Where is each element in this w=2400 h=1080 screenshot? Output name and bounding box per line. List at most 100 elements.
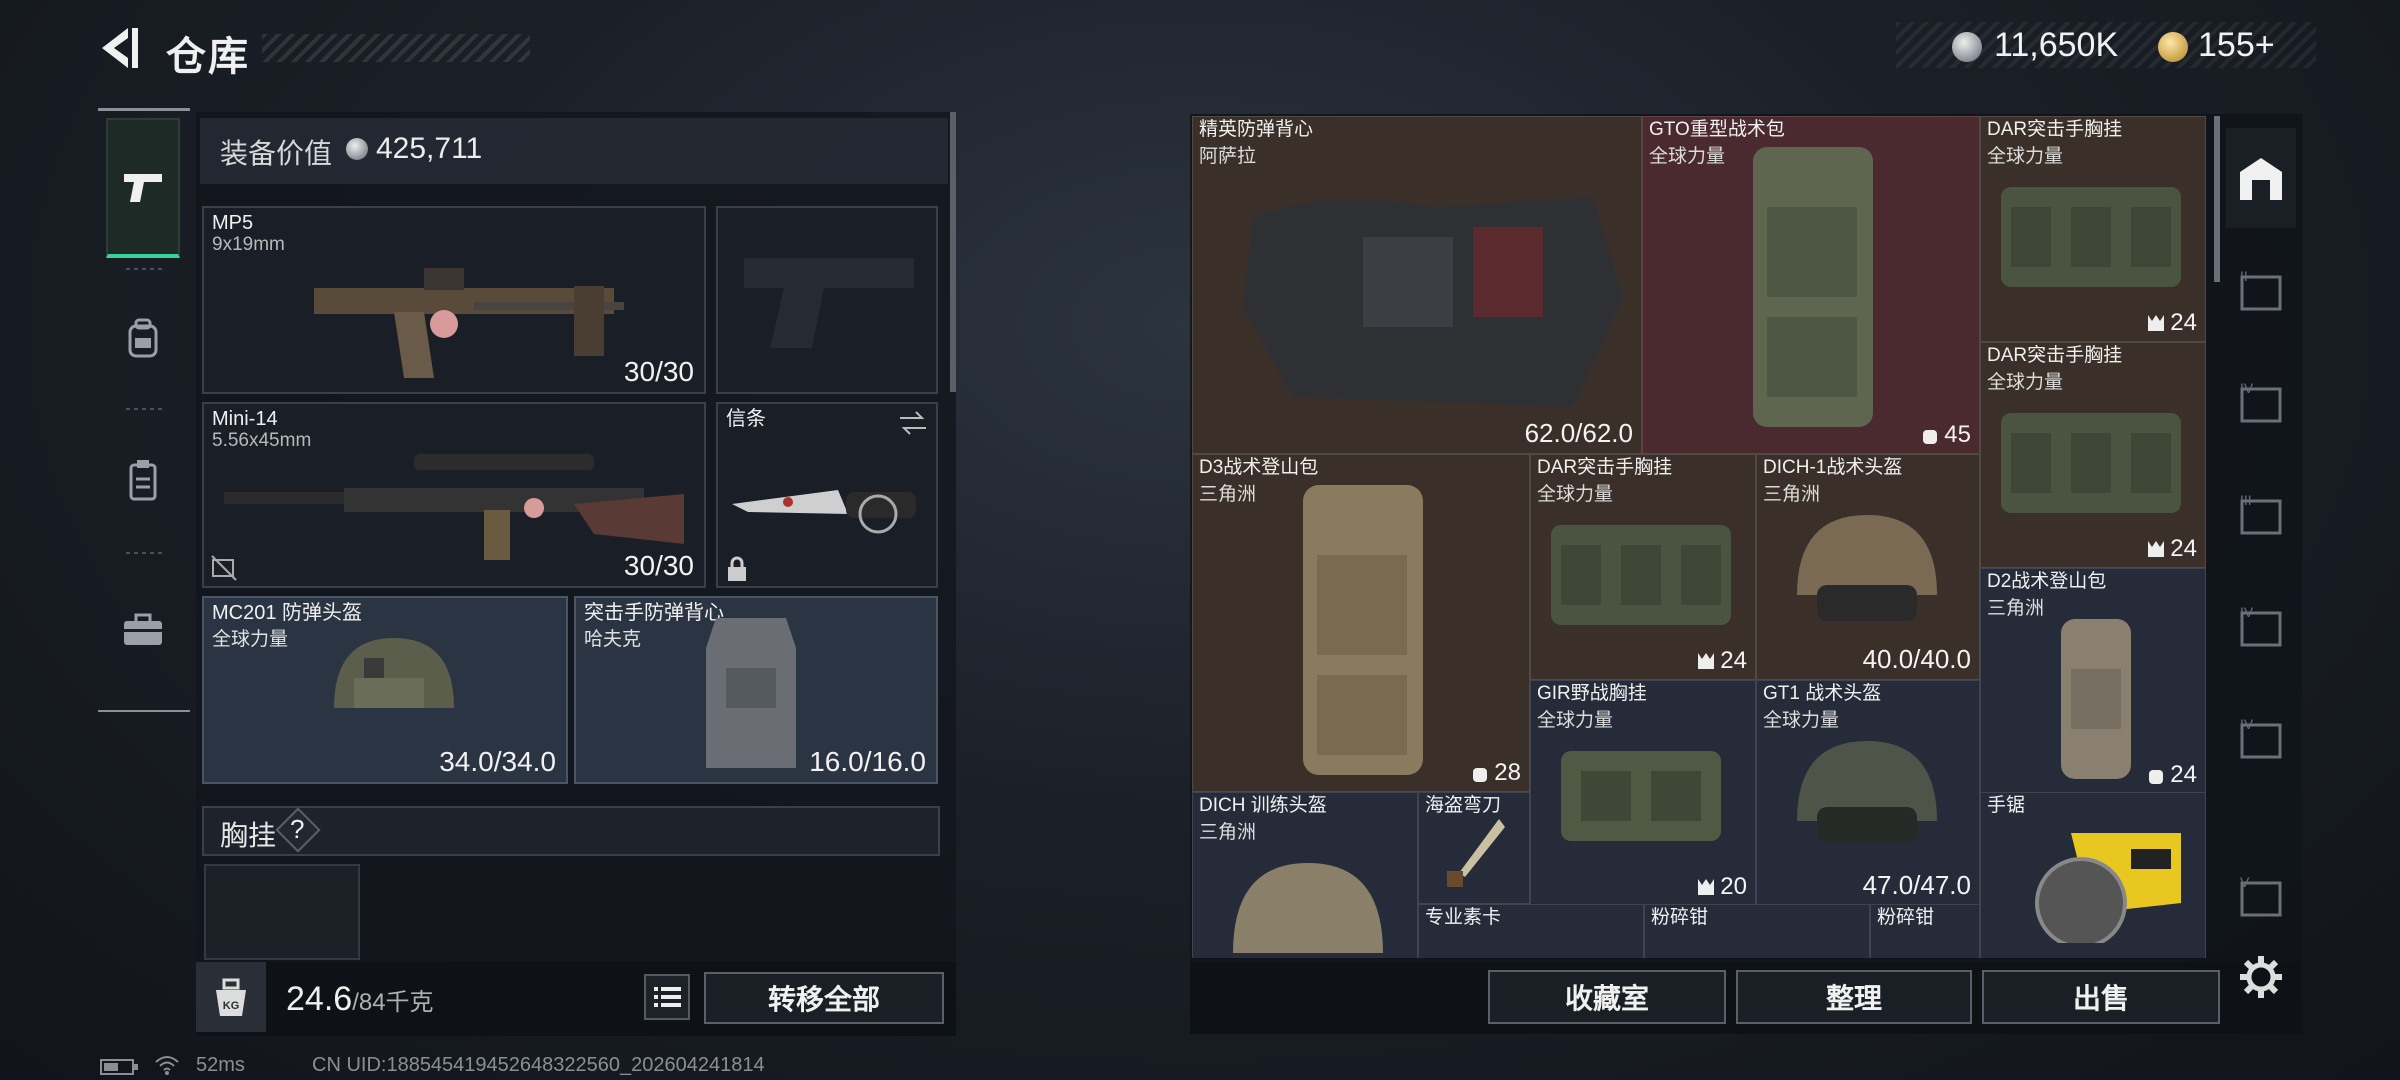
stash-item[interactable]: GT1 战术头盔 全球力量 47.0/47.0 <box>1756 680 1980 906</box>
sell-button[interactable]: 出售 <box>1982 970 2220 1024</box>
melee-slot[interactable]: 信条 <box>716 402 938 588</box>
stash-tab-6[interactable]: V <box>2226 846 2296 946</box>
stash-item[interactable]: DICH-1战术头盔 三角洲 40.0/40.0 <box>1756 454 1980 680</box>
mountain-backpack-icon <box>1303 485 1423 775</box>
nav-top-divider <box>98 108 190 111</box>
backpack-capacity-icon <box>1923 430 1938 444</box>
chest-rig-icon <box>1551 525 1731 625</box>
help-icon[interactable]: ? <box>290 814 304 845</box>
nav-separator <box>126 552 162 554</box>
capacity-badge: 28 <box>1470 759 1521 787</box>
nav-case[interactable] <box>106 560 180 700</box>
gold-coin-icon <box>2158 32 2188 62</box>
helmet-faction: 全球力量 <box>212 629 289 650</box>
tactical-helmet-icon <box>1797 515 1937 621</box>
stash-tab-main[interactable] <box>2226 128 2296 228</box>
pistol-icon <box>124 174 162 202</box>
nav-weapons[interactable] <box>106 118 180 258</box>
storage-tab-icon: IV <box>2240 380 2282 423</box>
stash-item[interactable]: 粉碎钳 <box>1644 904 1870 958</box>
training-helmet-icon <box>1233 863 1383 953</box>
swap-icon[interactable] <box>898 410 928 436</box>
loadout-scrollbar[interactable] <box>950 112 956 392</box>
tab-numeral: III <box>2240 492 2252 508</box>
chest-rig-icon <box>2001 187 2181 287</box>
storage-tab-icon: III <box>2240 492 2282 535</box>
hand-saw-icon <box>2035 833 2181 943</box>
stash-tab-1[interactable]: II <box>2226 240 2296 340</box>
title-decoration <box>262 34 530 62</box>
secondary-weapon-slot[interactable]: Mini-14 5.56x45mm 30/30 <box>202 402 706 588</box>
lock-icon <box>728 556 746 581</box>
stash-item[interactable]: D3战术登山包 三角洲 28 <box>1192 454 1530 792</box>
stash-grid[interactable]: 精英防弹背心 阿萨拉 62.0/62.0 GTO重型战术包 全球力量 45 DA… <box>1192 116 2206 958</box>
armor-slot[interactable]: 突击手防弹背心 哈夫克 16.0/16.0 <box>574 596 938 784</box>
mp5-rifle-icon <box>314 268 624 378</box>
stash-item[interactable]: 手锯 <box>1980 792 2206 958</box>
gt1-helmet-icon <box>1797 741 1937 843</box>
stash-item[interactable]: 专业素卡 <box>1418 904 1644 958</box>
chest-rig-capacity-icon <box>2148 315 2165 331</box>
user-uid: CN UID:1885454194526483225​60_2026042418… <box>312 1054 765 1076</box>
primary-weapon-ammo: 30/30 <box>623 356 694 387</box>
chest-rig-slot[interactable] <box>204 864 360 960</box>
stash-tab-5[interactable]: IV <box>2226 688 2296 788</box>
storage-tab-icon: II <box>2240 268 2282 311</box>
capacity-badge: 20 <box>1696 873 1747 901</box>
stash-item[interactable]: DAR突击手胸挂 全球力量 24 <box>1530 454 1756 680</box>
storage-tab-icon: IV <box>2240 716 2282 759</box>
stash-item[interactable]: GTO重型战术包 全球力量 45 <box>1642 116 1980 454</box>
tab-numeral: V <box>2240 874 2250 890</box>
nav-vest[interactable] <box>106 410 180 550</box>
elite-armor-vest-icon <box>1243 197 1623 407</box>
storage-tab-icon: IV <box>2240 604 2282 647</box>
sort-button[interactable]: 整理 <box>1736 970 1972 1024</box>
vest-icon <box>129 460 157 501</box>
stash-tab-2[interactable]: IV <box>2226 352 2296 452</box>
primary-weapon-slot[interactable]: MP5 9x19mm 30/30 <box>202 206 706 394</box>
backpack-capacity-icon <box>1473 768 1488 782</box>
current-weight: 24.6 <box>286 980 353 1018</box>
capacity-badge: 24 <box>2146 535 2197 563</box>
stash-item[interactable]: 海盗弯刀 <box>1418 792 1530 904</box>
stash-scrollbar[interactable] <box>2214 116 2220 282</box>
briefcase-icon <box>124 613 162 645</box>
melee-name: 信条 <box>726 408 766 430</box>
capacity-badge: 45 <box>1920 421 1971 449</box>
stash-item[interactable]: 粉碎钳 <box>1870 904 1980 958</box>
stash-item[interactable]: DICH 训练头盔 三角洲 <box>1192 792 1418 958</box>
settings-gear-icon[interactable] <box>2238 954 2284 1000</box>
stash-tab-4[interactable]: IV <box>2226 576 2296 676</box>
nav-backpack[interactable] <box>106 268 180 408</box>
stash-tab-3[interactable]: III <box>2226 464 2296 564</box>
backpack-capacity-icon <box>2149 770 2164 784</box>
back-arrow-icon[interactable] <box>98 24 142 72</box>
list-view-button[interactable] <box>644 974 690 1020</box>
stash-house-icon <box>2240 158 2282 200</box>
equipment-value: 425,711 <box>376 132 483 165</box>
pistol-slot[interactable] <box>716 206 938 394</box>
list-icon <box>654 987 681 1007</box>
field-rig-icon <box>1561 751 1721 841</box>
gold-amount[interactable]: 155+ <box>2198 26 2275 65</box>
stash-item[interactable]: DAR突击手胸挂 全球力量 24 <box>1980 116 2206 342</box>
tab-numeral: II <box>2240 268 2248 284</box>
stash-item[interactable]: DAR突击手胸挂 全球力量 24 <box>1980 342 2206 568</box>
primary-weapon-name: MP5 <box>212 212 254 234</box>
helmet-slot[interactable]: MC201 防弹头盔 全球力量 34.0/34.0 <box>202 596 568 784</box>
primary-weapon-caliber: 9x19mm <box>212 234 285 255</box>
chest-rig-icon <box>2001 413 2181 513</box>
collection-room-button[interactable]: 收藏室 <box>1488 970 1726 1024</box>
wifi-icon <box>155 1056 179 1075</box>
transfer-all-button[interactable]: 转移全部 <box>704 972 944 1024</box>
storage-tab-icon: V <box>2240 874 2282 917</box>
weight-display: 24.6/84千克 <box>286 980 434 1019</box>
capacity-badge: 24 <box>2146 761 2197 789</box>
stash-item[interactable]: 精英防弹背心 阿萨拉 62.0/62.0 <box>1192 116 1642 454</box>
backpack-icon <box>128 318 158 358</box>
chest-rig-capacity-icon <box>2148 541 2165 557</box>
equipment-value-label: 装备价值 <box>220 138 333 169</box>
silver-coin-icon <box>346 138 368 160</box>
stash-item[interactable]: D2战术登山包 三角洲 24 <box>1980 568 2206 794</box>
stash-item[interactable]: GIR野战胸挂 全球力量 20 <box>1530 680 1756 906</box>
